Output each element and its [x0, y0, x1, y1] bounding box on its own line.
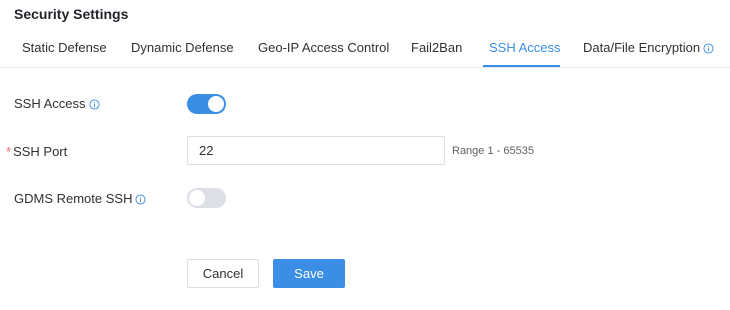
tab-label: Static Defense	[22, 40, 107, 55]
tab-fail2ban[interactable]: Fail2Ban	[411, 40, 462, 68]
required-marker: *	[6, 144, 12, 159]
page-title: Security Settings	[14, 6, 129, 22]
info-icon[interactable]	[88, 99, 100, 110]
tab-ssh-access[interactable]: SSH Access	[489, 40, 561, 68]
tab-label: Data/File Encryption	[583, 40, 701, 55]
tab-label: Fail2Ban	[411, 40, 463, 55]
active-tab-indicator	[483, 65, 560, 67]
tab-label: Geo-IP Access Control	[258, 40, 390, 55]
tab-geo-ip-access-control[interactable]: Geo-IP Access Control	[258, 40, 389, 68]
gdms-remote-ssh-label: GDMS Remote SSH	[14, 191, 147, 206]
tab-label: SSH Access	[489, 40, 561, 55]
tab-static-defense[interactable]: Static Defense	[22, 40, 107, 68]
toggle-knob	[189, 190, 205, 206]
info-icon[interactable]	[135, 194, 147, 205]
tab-bar: Static Defense Dynamic Defense Geo-IP Ac…	[0, 30, 730, 68]
tab-data-file-encryption[interactable]: Data/File Encryption	[583, 40, 714, 68]
save-button[interactable]: Save	[273, 259, 345, 288]
tab-label: Dynamic Defense	[131, 40, 234, 55]
ssh-access-toggle[interactable]	[187, 94, 226, 114]
security-settings-page: Security Settings Static Defense Dynamic…	[0, 0, 730, 310]
toggle-knob	[208, 96, 224, 112]
ssh-port-input[interactable]	[187, 136, 445, 165]
info-icon[interactable]	[703, 43, 714, 54]
tab-dynamic-defense[interactable]: Dynamic Defense	[131, 40, 234, 68]
gdms-remote-ssh-toggle[interactable]	[187, 188, 226, 208]
cancel-button[interactable]: Cancel	[187, 259, 259, 288]
ssh-port-range-hint: Range 1 - 65535	[452, 145, 534, 157]
ssh-port-label: * SSH Port	[6, 144, 68, 159]
ssh-access-label: SSH Access	[14, 96, 100, 111]
